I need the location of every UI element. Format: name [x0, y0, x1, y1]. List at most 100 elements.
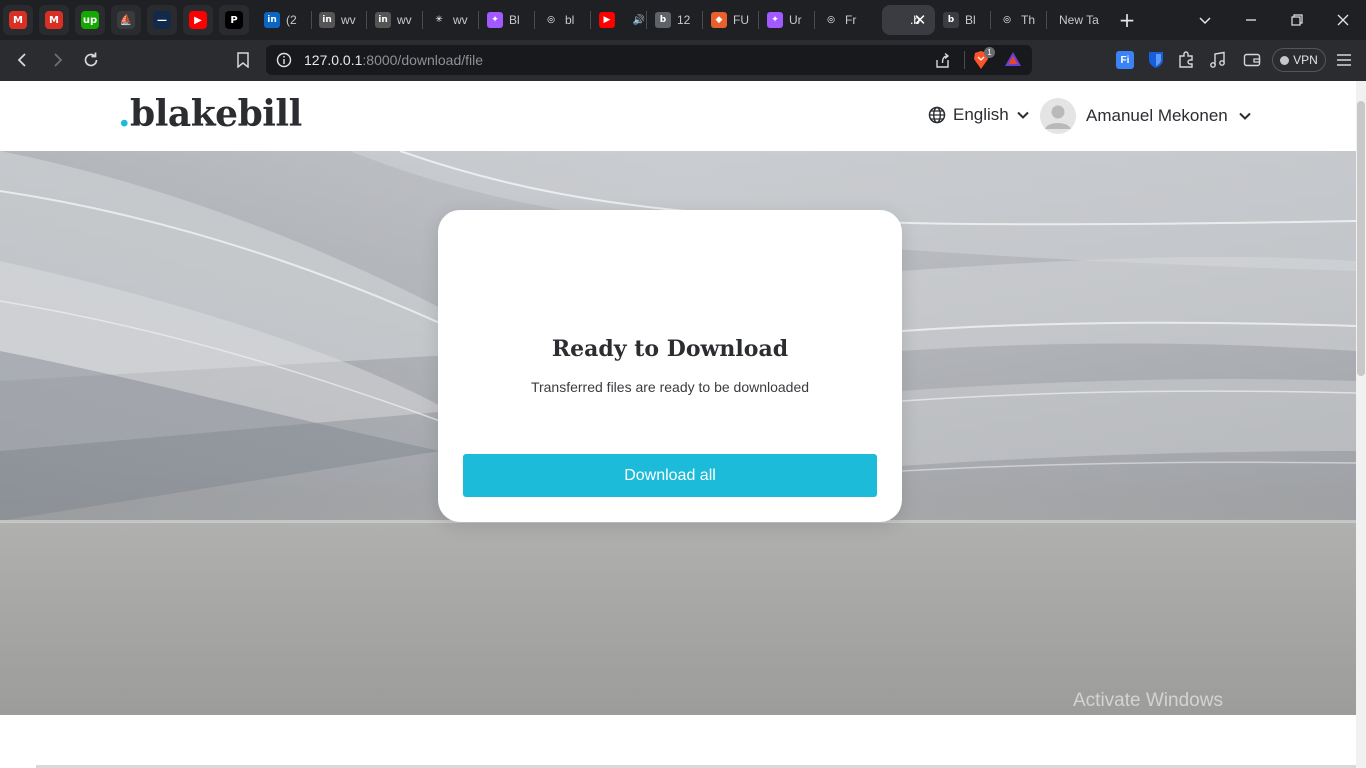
asterisk-icon: ✳	[431, 12, 447, 28]
wallet-button[interactable]	[1242, 50, 1262, 70]
browser-tab[interactable]: ✦ Ur	[761, 5, 813, 35]
extensions-button[interactable]	[1176, 50, 1196, 70]
vpn-button[interactable]: VPN	[1272, 48, 1326, 72]
wallet-icon	[1243, 53, 1261, 67]
browser-toolbar: 127.0.0.1:8000/download/file 1 Fi VPN	[0, 40, 1366, 81]
page-viewport: .blakebill English Amanuel Mekonen Ready…	[0, 81, 1356, 768]
pinned-tab[interactable]: ⛵	[111, 5, 141, 35]
reload-button[interactable]	[79, 48, 103, 72]
browser-tab[interactable]: ✳ wv	[425, 5, 477, 35]
new-tab-button[interactable]: +	[1116, 9, 1138, 31]
chevron-down-icon	[1239, 112, 1251, 120]
media-button[interactable]	[1208, 50, 1228, 70]
vpn-label: VPN	[1293, 53, 1318, 67]
browser-tab[interactable]: in wv	[369, 5, 421, 35]
extension-shield-button[interactable]	[1146, 50, 1166, 70]
blakebill-logo[interactable]: .blakebill	[118, 93, 302, 135]
download-all-button[interactable]: Download all	[463, 454, 877, 497]
tab-title: Fr	[845, 13, 857, 27]
language-selector[interactable]: English	[928, 105, 1030, 125]
tab-title: Bl	[509, 13, 520, 27]
restore-window-icon	[1291, 14, 1303, 26]
user-name: Amanuel Mekonen	[1086, 106, 1228, 125]
figma-icon: ✦	[767, 12, 783, 28]
tab-title: Th	[1021, 13, 1036, 27]
tab-active[interactable]: .b ✕	[882, 5, 935, 35]
download-card: Ready to Download Transferred files are …	[438, 210, 902, 522]
globe-icon	[928, 106, 946, 124]
pinned-tab[interactable]: up	[75, 5, 105, 35]
browser-tab[interactable]: b 12	[649, 5, 701, 35]
restore-window-button[interactable]	[1286, 9, 1308, 31]
tab-title: Bl	[965, 13, 976, 27]
fi-extension-icon: Fi	[1116, 51, 1134, 69]
music-note-icon	[1210, 51, 1225, 68]
browser-tab[interactable]: in wv	[313, 5, 365, 35]
browser-tab[interactable]: ✦ Bl	[481, 5, 533, 35]
url-text: 127.0.0.1:8000/download/file	[304, 52, 483, 68]
gmail-icon: M	[45, 11, 63, 29]
share-icon[interactable]	[934, 52, 951, 69]
scrollbar-thumb[interactable]	[1357, 101, 1365, 376]
speaker-icon[interactable]: 🔊	[633, 15, 645, 26]
browser-tab[interactable]: ◆ FU	[705, 5, 757, 35]
tab-search-chevron-icon	[1199, 17, 1211, 25]
address-bar[interactable]: 127.0.0.1:8000/download/file 1	[266, 45, 1032, 75]
tab-separator	[758, 11, 759, 29]
tab-title: wv	[341, 13, 356, 27]
browser-tab[interactable]: ◎ bl	[537, 5, 589, 35]
pinned-tab[interactable]: —	[147, 5, 177, 35]
minimize-window-icon	[1246, 19, 1256, 21]
hero-background: Ready to Download Transferred files are …	[0, 151, 1356, 715]
figma-icon: ✦	[487, 12, 503, 28]
puzzle-icon	[1179, 51, 1193, 68]
youtube-icon: ▶	[189, 11, 207, 29]
url-path: :8000/download/file	[362, 52, 484, 68]
bookmark-button[interactable]	[231, 48, 255, 72]
pinned-tab[interactable]: M	[3, 5, 33, 35]
language-label: English	[953, 105, 1009, 124]
tab-title: wv	[453, 13, 468, 27]
linkedin-icon: in	[375, 12, 391, 28]
browser-tab[interactable]: b Bl	[937, 5, 989, 35]
pinned-tab[interactable]: ▶	[183, 5, 213, 35]
browser-tab[interactable]: ▶ 🔊	[593, 5, 645, 35]
brave-shields-button[interactable]: 1	[972, 47, 995, 70]
user-placeholder-icon	[1040, 98, 1076, 134]
site-header: .blakebill English Amanuel Mekonen	[0, 81, 1356, 151]
forward-button[interactable]	[45, 48, 69, 72]
tab-separator	[590, 11, 591, 29]
url-host: 127.0.0.1	[304, 52, 363, 68]
globe-icon: ◎	[999, 12, 1015, 28]
pinned-tab[interactable]: M	[39, 5, 69, 35]
close-window-button[interactable]	[1332, 9, 1354, 31]
browser-menu-button[interactable]	[1334, 50, 1354, 70]
close-tab-icon[interactable]: ✕	[911, 11, 929, 29]
tab-separator	[646, 11, 647, 29]
user-menu[interactable]: Amanuel Mekonen	[1040, 98, 1252, 134]
pinned-tab[interactable]: P	[219, 5, 249, 35]
brave-rewards-icon[interactable]	[1004, 51, 1022, 68]
card-subtitle: Transferred files are ready to be downlo…	[530, 379, 810, 395]
reload-icon	[84, 52, 98, 67]
page-scrollbar[interactable]	[1356, 81, 1366, 768]
site-info-icon[interactable]	[276, 52, 292, 68]
browser-tab[interactable]: ◎ Th	[993, 5, 1045, 35]
browser-tab[interactable]: in (2	[258, 5, 310, 35]
tab-separator	[534, 11, 535, 29]
extension-fi-button[interactable]: Fi	[1115, 50, 1135, 70]
tab-search-chevron-button[interactable]	[1194, 9, 1216, 31]
close-window-icon	[1337, 14, 1349, 26]
back-button[interactable]	[11, 48, 35, 72]
browser-tab[interactable]: ◎ Fr	[817, 5, 869, 35]
dash-icon: —	[153, 11, 171, 29]
avatar	[1040, 98, 1076, 134]
tab-title: Ur	[789, 13, 802, 27]
chevron-down-icon	[1017, 111, 1029, 119]
blakebill-icon	[888, 12, 904, 28]
minimize-window-button[interactable]	[1240, 9, 1262, 31]
browser-tab[interactable]: New Ta	[1053, 5, 1105, 35]
globe-icon: ◎	[823, 12, 839, 28]
browser-tab-strip: M Mup ⛵ — ▶ Pin (2 in wv in wv ✳ wv ✦ Bl ◎ bl ▶ 🔊 b 12 ◆ FU ✦ Ur…	[0, 0, 1366, 40]
tab-separator	[478, 11, 479, 29]
